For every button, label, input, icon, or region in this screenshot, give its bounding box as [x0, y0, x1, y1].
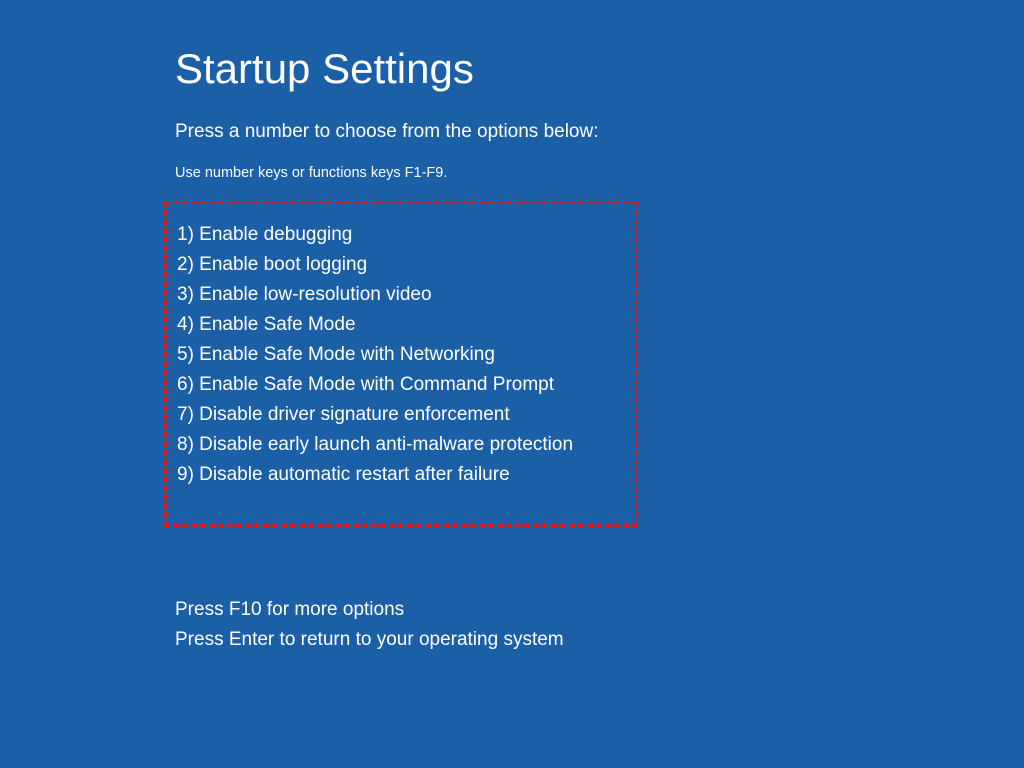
option-4-enable-safe-mode[interactable]: 4) Enable Safe Mode: [177, 310, 625, 340]
footer-instructions: Press F10 for more options Press Enter t…: [175, 595, 1024, 655]
option-6-enable-safe-mode-command-prompt[interactable]: 6) Enable Safe Mode with Command Prompt: [177, 370, 625, 400]
option-1-enable-debugging[interactable]: 1) Enable debugging: [177, 220, 625, 250]
option-7-disable-driver-signature-enforcement[interactable]: 7) Disable driver signature enforcement: [177, 400, 625, 430]
options-highlight-box: 1) Enable debugging 2) Enable boot loggi…: [164, 201, 638, 527]
startup-settings-screen: Startup Settings Press a number to choos…: [0, 0, 1024, 768]
instruction-enter-return: Press Enter to return to your operating …: [175, 625, 1024, 655]
instruction-f10-more-options: Press F10 for more options: [175, 595, 1024, 625]
option-8-disable-early-launch-antimalware[interactable]: 8) Disable early launch anti-malware pro…: [177, 430, 625, 460]
option-9-disable-automatic-restart[interactable]: 9) Disable automatic restart after failu…: [177, 460, 625, 490]
option-2-enable-boot-logging[interactable]: 2) Enable boot logging: [177, 250, 625, 280]
instruction-primary: Press a number to choose from the option…: [175, 121, 1024, 143]
option-3-enable-low-resolution-video[interactable]: 3) Enable low-resolution video: [177, 280, 625, 310]
page-title: Startup Settings: [175, 45, 1024, 93]
instruction-secondary: Use number keys or functions keys F1-F9.: [175, 165, 1024, 181]
option-5-enable-safe-mode-networking[interactable]: 5) Enable Safe Mode with Networking: [177, 340, 625, 370]
